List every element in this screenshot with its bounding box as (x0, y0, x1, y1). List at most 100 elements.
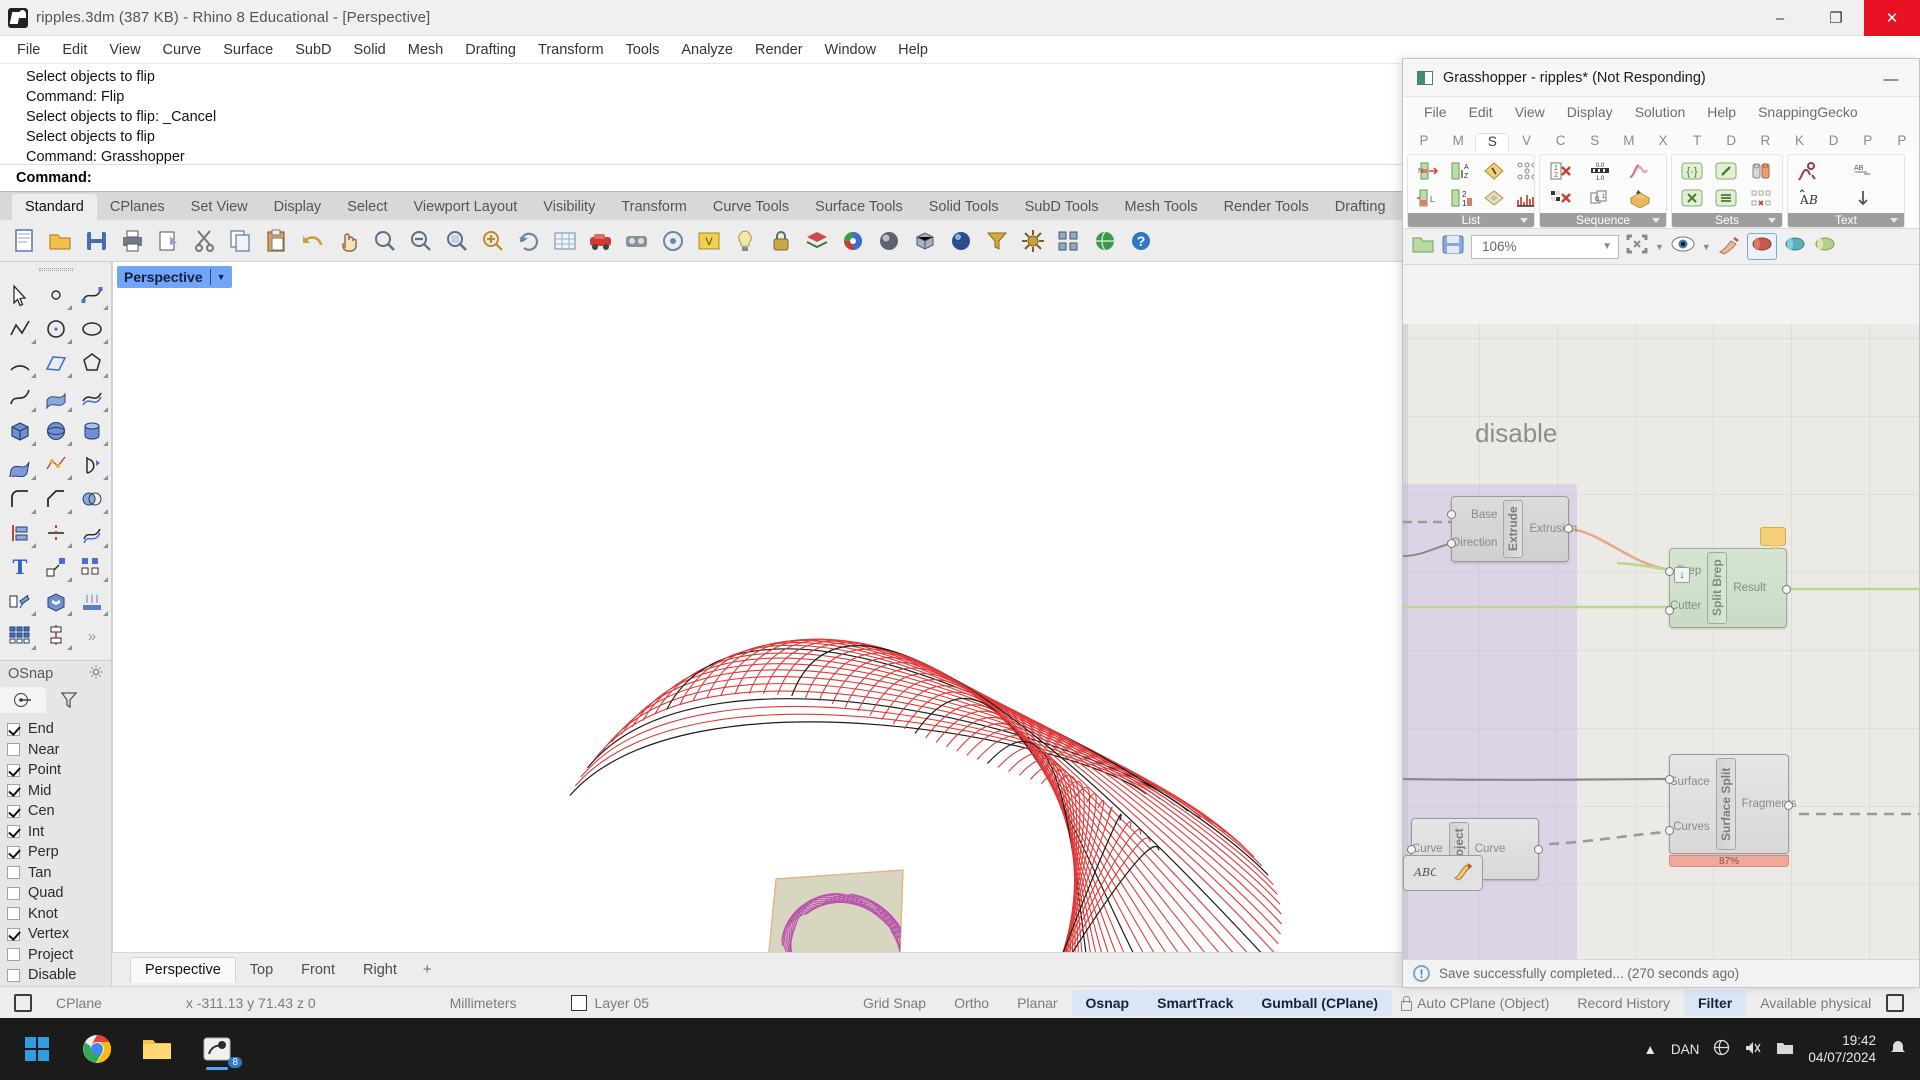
help-icon[interactable]: ? (1124, 224, 1158, 258)
chevron-down-icon[interactable] (1652, 217, 1660, 223)
chevron-down-icon[interactable] (1520, 217, 1528, 223)
gear-icon[interactable] (89, 665, 103, 683)
osnap-option-int[interactable]: Int (0, 822, 111, 843)
component-name[interactable]: Extrude (1503, 500, 1524, 558)
menu-subd[interactable]: SubD (284, 39, 342, 61)
menu-edit[interactable]: Edit (51, 39, 98, 61)
chevron-down-icon[interactable] (1890, 217, 1898, 223)
cull-index-icon[interactable]: 12 (1543, 157, 1576, 184)
toolbar-tab-render-tools[interactable]: Render Tools (1211, 194, 1322, 220)
component-extrude[interactable]: Base Direction Extrude Extrusion (1447, 496, 1577, 562)
rotate-view-icon[interactable] (512, 224, 546, 258)
undo-icon[interactable] (296, 224, 330, 258)
save-icon[interactable] (1441, 233, 1465, 260)
status-filter[interactable]: Filter (1683, 989, 1747, 1016)
status-planar[interactable]: Planar (1003, 990, 1071, 1016)
toolbar-tab-drafting[interactable]: Drafting (1322, 194, 1399, 220)
sphere-icon[interactable] (38, 414, 74, 448)
osnap-option-near[interactable]: Near (0, 740, 111, 761)
gh-tab-params[interactable]: P (1407, 133, 1441, 151)
speaker-icon[interactable] (1744, 1040, 1762, 1059)
status-gumball[interactable]: Gumball (CPlane) (1247, 989, 1393, 1016)
gh-menu-solution[interactable]: Solution (1624, 102, 1697, 122)
osnap-option-project[interactable]: Project (0, 945, 111, 966)
new-file-icon[interactable] (8, 224, 42, 258)
osnap-tab-icon[interactable] (0, 687, 46, 713)
osnap-option-end[interactable]: End (0, 719, 111, 740)
globe-icon[interactable] (1088, 224, 1122, 258)
options-icon[interactable] (1016, 224, 1050, 258)
status-auto-cplane[interactable]: Auto CPlane (Object) (1417, 990, 1563, 1016)
layer-color-swatch[interactable] (570, 994, 587, 1011)
text-icon[interactable]: T (2, 550, 38, 584)
random-icon[interactable] (1623, 184, 1656, 211)
series-icon[interactable]: 01 (1583, 184, 1616, 211)
component-text-tools[interactable]: ABC (1403, 855, 1483, 891)
port-dot[interactable] (1407, 845, 1416, 854)
osnap-option-mid[interactable]: Mid (0, 781, 111, 802)
osnap-option-tan[interactable]: Tan (0, 863, 111, 884)
chevron-up-icon[interactable]: ▲ (1644, 1042, 1657, 1057)
viewport-tab-top[interactable]: Top (236, 958, 287, 982)
zoom-level-combobox[interactable]: 106% ▼ (1471, 234, 1619, 259)
gh-menu-edit[interactable]: Edit (1458, 102, 1504, 122)
set-union-icon[interactable]: {·} (1675, 157, 1708, 184)
checkbox[interactable] (7, 866, 20, 880)
open-file-icon[interactable] (44, 224, 78, 258)
rectangle-icon[interactable] (38, 346, 74, 380)
text-case-icon[interactable]: AB (1791, 184, 1824, 211)
circle-icon[interactable] (38, 312, 74, 346)
rhino-icon[interactable]: 8 (194, 1026, 242, 1072)
status-available-physical[interactable]: Available physical (1746, 990, 1885, 1016)
polygon-icon[interactable] (74, 346, 110, 380)
array-icon[interactable] (74, 550, 110, 584)
pan-icon[interactable] (332, 224, 366, 258)
osnap-option-quad[interactable]: Quad (0, 883, 111, 904)
menu-help[interactable]: Help (887, 39, 939, 61)
close-button[interactable]: ✕ (1864, 0, 1920, 36)
ellipse-icon[interactable] (74, 312, 110, 346)
sphere-render-icon[interactable] (944, 224, 978, 258)
output-port-result[interactable]: Result (1733, 582, 1766, 594)
osnap-option-vertex[interactable]: Vertex (0, 924, 111, 945)
member-index-icon[interactable] (1744, 157, 1777, 184)
menu-analyze[interactable]: Analyze (670, 39, 744, 61)
checkbox[interactable] (7, 845, 20, 859)
preview-wireframe-icon[interactable] (1813, 235, 1837, 258)
print-preview-icon[interactable] (152, 224, 186, 258)
minimize-button[interactable]: – (1752, 0, 1808, 36)
viewport-tab-right[interactable]: Right (349, 958, 411, 982)
set-difference-icon[interactable] (1710, 157, 1743, 184)
checkbox[interactable] (7, 886, 20, 900)
gh-tab-maths[interactable]: M (1441, 133, 1475, 151)
lock-icon[interactable] (1400, 996, 1413, 1011)
toolbar-tab-display[interactable]: Display (261, 194, 335, 220)
menu-view[interactable]: View (98, 39, 151, 61)
status-smarttrack[interactable]: SmartTrack (1143, 989, 1248, 1016)
port-dot[interactable] (1665, 826, 1674, 835)
status-layer[interactable]: Layer 05 (595, 990, 649, 1016)
chrome-icon[interactable] (74, 1026, 120, 1072)
filter-tab-icon[interactable] (46, 687, 92, 713)
menu-transform[interactable]: Transform (527, 39, 615, 61)
globe-icon[interactable] (1713, 1039, 1730, 1059)
osnap-option-perp[interactable]: Perp (0, 842, 111, 863)
range-icon[interactable]: 0.0 1.0 (1583, 157, 1616, 184)
status-resize-icon[interactable] (1886, 993, 1904, 1012)
gh-tab-plugin[interactable]: P (1885, 133, 1919, 151)
toolbar-tab-select[interactable]: Select (334, 194, 400, 220)
chevron-down-icon[interactable] (1768, 217, 1776, 223)
polar-array-icon[interactable] (38, 618, 74, 652)
gh-tab-surface[interactable]: S (1578, 133, 1612, 151)
notification-icon[interactable] (1890, 1040, 1906, 1059)
sketch-icon[interactable] (1717, 233, 1741, 260)
toolbar-tab-subd-tools[interactable]: SubD Tools (1012, 194, 1112, 220)
freeform-surface-icon[interactable] (74, 380, 110, 414)
chevron-down-icon[interactable]: ▼ (1602, 241, 1612, 252)
port-dot[interactable] (1665, 567, 1674, 576)
checkbox[interactable] (7, 968, 20, 982)
toolbar-tab-transform[interactable]: Transform (608, 194, 700, 220)
component-name[interactable]: Surface Split (1715, 758, 1736, 850)
component-surface-split[interactable]: Surface Curves Surface Split Fragments (1665, 754, 1797, 854)
output-port-curve[interactable]: Curve (1475, 843, 1506, 855)
